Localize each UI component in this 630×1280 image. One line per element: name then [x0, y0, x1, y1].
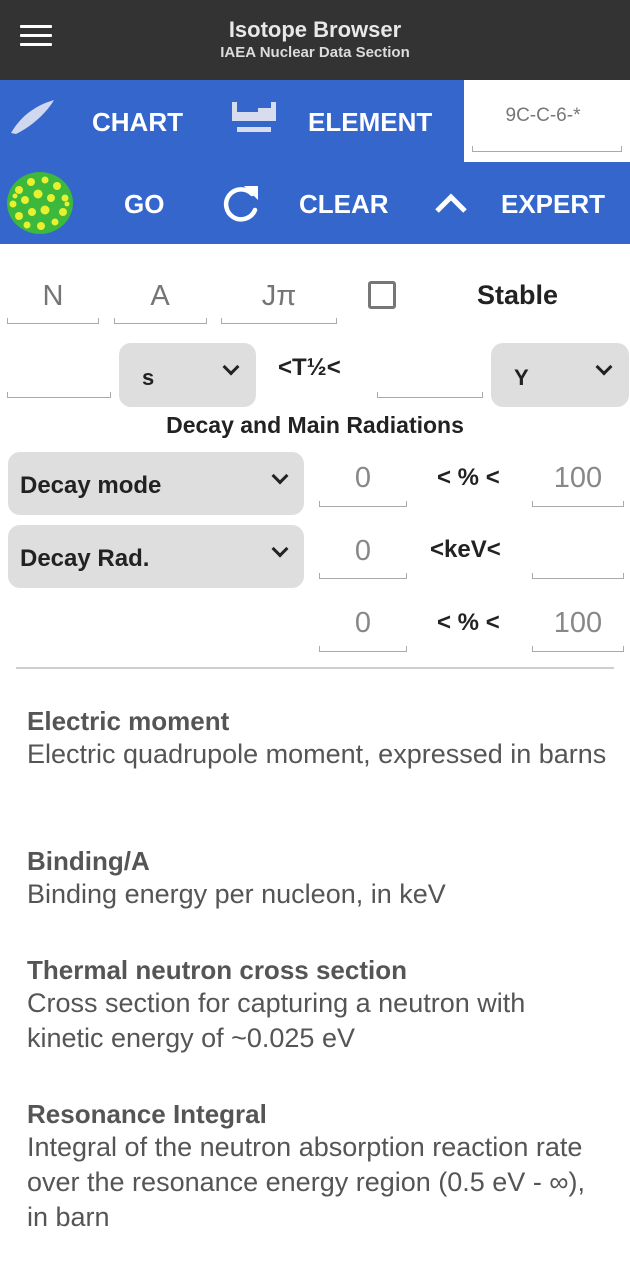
- decay-mode-value: Decay mode: [20, 472, 162, 499]
- decay-mode-range-label: < % <: [437, 464, 500, 491]
- chevron-down-icon: [595, 358, 613, 376]
- stable-label: Stable: [477, 280, 559, 310]
- toolbar-secondary: GO CLEAR EXPERT: [0, 162, 630, 244]
- element-button[interactable]: ELEMENT: [220, 80, 460, 162]
- chevron-up-icon: [435, 193, 467, 213]
- intensity-min-underline: [319, 646, 407, 652]
- periodic-table-icon: [232, 102, 276, 132]
- chevron-down-icon: [222, 358, 240, 376]
- decay-mode-dropdown[interactable]: Decay mode: [8, 452, 304, 515]
- info-title: Electric moment: [27, 706, 230, 736]
- nuclide-search-container: [464, 80, 630, 162]
- intensity-max-underline: [532, 646, 624, 652]
- halflife-max-underline: [377, 392, 483, 398]
- energy-min-input[interactable]: [320, 531, 406, 571]
- refresh-icon: [223, 186, 258, 222]
- info-description: Cross section for capturing a neutron wi…: [27, 988, 526, 1053]
- expert-label: EXPERT: [501, 189, 606, 219]
- clear-button[interactable]: CLEAR: [210, 162, 410, 244]
- spin-parity-input[interactable]: [222, 276, 336, 316]
- go-button[interactable]: GO: [0, 162, 200, 244]
- info-binding-per-a: Binding/A Binding energy per nucleon, in…: [27, 845, 607, 912]
- info-title: Thermal neutron cross section: [27, 955, 407, 985]
- energy-range-label: <keV<: [430, 536, 501, 563]
- search-underline: [472, 146, 622, 152]
- nucleus-icon: [7, 172, 73, 234]
- decay-rad-dropdown[interactable]: Decay Rad.: [8, 525, 304, 588]
- info-resonance-integral: Resonance Integral Integral of the neutr…: [27, 1098, 607, 1235]
- element-label: ELEMENT: [308, 107, 433, 137]
- halflife-max-unit-dropdown[interactable]: Y: [491, 343, 629, 407]
- app-bar: Isotope Browser IAEA Nuclear Data Sectio…: [0, 0, 630, 80]
- halflife-max-unit-value: Y: [514, 365, 529, 390]
- halflife-min-underline: [7, 392, 111, 398]
- intensity-range-label: < % <: [437, 609, 500, 636]
- info-electric-moment: Electric moment Electric quadrupole mome…: [27, 705, 607, 772]
- chart-label: CHART: [92, 107, 183, 137]
- decay-mode-max-underline: [532, 501, 624, 507]
- a-underline: [114, 318, 207, 324]
- halflife-label: <T½<: [278, 354, 341, 381]
- intensity-min-input[interactable]: [320, 603, 406, 643]
- clear-label: CLEAR: [299, 189, 389, 219]
- title-block: Isotope Browser IAEA Nuclear Data Sectio…: [0, 17, 630, 63]
- expert-button[interactable]: EXPERT: [420, 162, 630, 244]
- chevron-down-icon: [271, 467, 289, 485]
- nuclide-search-input[interactable]: [472, 96, 614, 136]
- nuclide-chart-icon: [11, 100, 54, 134]
- decay-mode-min-underline: [319, 501, 407, 507]
- jpi-underline: [221, 318, 337, 324]
- halflife-min-unit-value: s: [142, 365, 155, 390]
- info-description: Binding energy per nucleon, in keV: [27, 879, 446, 909]
- energy-max-underline: [532, 573, 624, 579]
- decay-mode-min-input[interactable]: [320, 458, 406, 498]
- energy-min-underline: [319, 573, 407, 579]
- info-description: Integral of the neutron absorption react…: [27, 1132, 586, 1232]
- stable-checkbox[interactable]: [368, 281, 396, 309]
- neutron-number-input[interactable]: [8, 276, 98, 316]
- n-underline: [7, 318, 99, 324]
- decay-rad-value: Decay Rad.: [20, 545, 150, 572]
- energy-max-input[interactable]: [533, 531, 623, 571]
- decay-mode-max-input[interactable]: [533, 458, 623, 498]
- info-thermal-cross-section: Thermal neutron cross section Cross sect…: [27, 954, 607, 1056]
- halflife-min-input[interactable]: [8, 352, 110, 392]
- app-subtitle: IAEA Nuclear Data Section: [220, 44, 410, 61]
- halflife-max-input[interactable]: [378, 352, 482, 392]
- go-label: GO: [124, 189, 165, 219]
- intensity-max-input[interactable]: [533, 603, 623, 643]
- chevron-down-icon: [271, 540, 289, 558]
- decay-section-title: Decay and Main Radiations: [166, 412, 464, 438]
- mass-number-input[interactable]: [115, 276, 205, 316]
- section-divider: [16, 667, 614, 669]
- chart-button[interactable]: CHART: [0, 80, 210, 162]
- app-title: Isotope Browser: [228, 17, 402, 42]
- halflife-min-unit-dropdown[interactable]: s: [119, 343, 256, 407]
- info-title: Resonance Integral: [27, 1099, 267, 1129]
- info-description: Electric quadrupole moment, expressed in…: [27, 739, 607, 769]
- info-title: Binding/A: [27, 846, 150, 876]
